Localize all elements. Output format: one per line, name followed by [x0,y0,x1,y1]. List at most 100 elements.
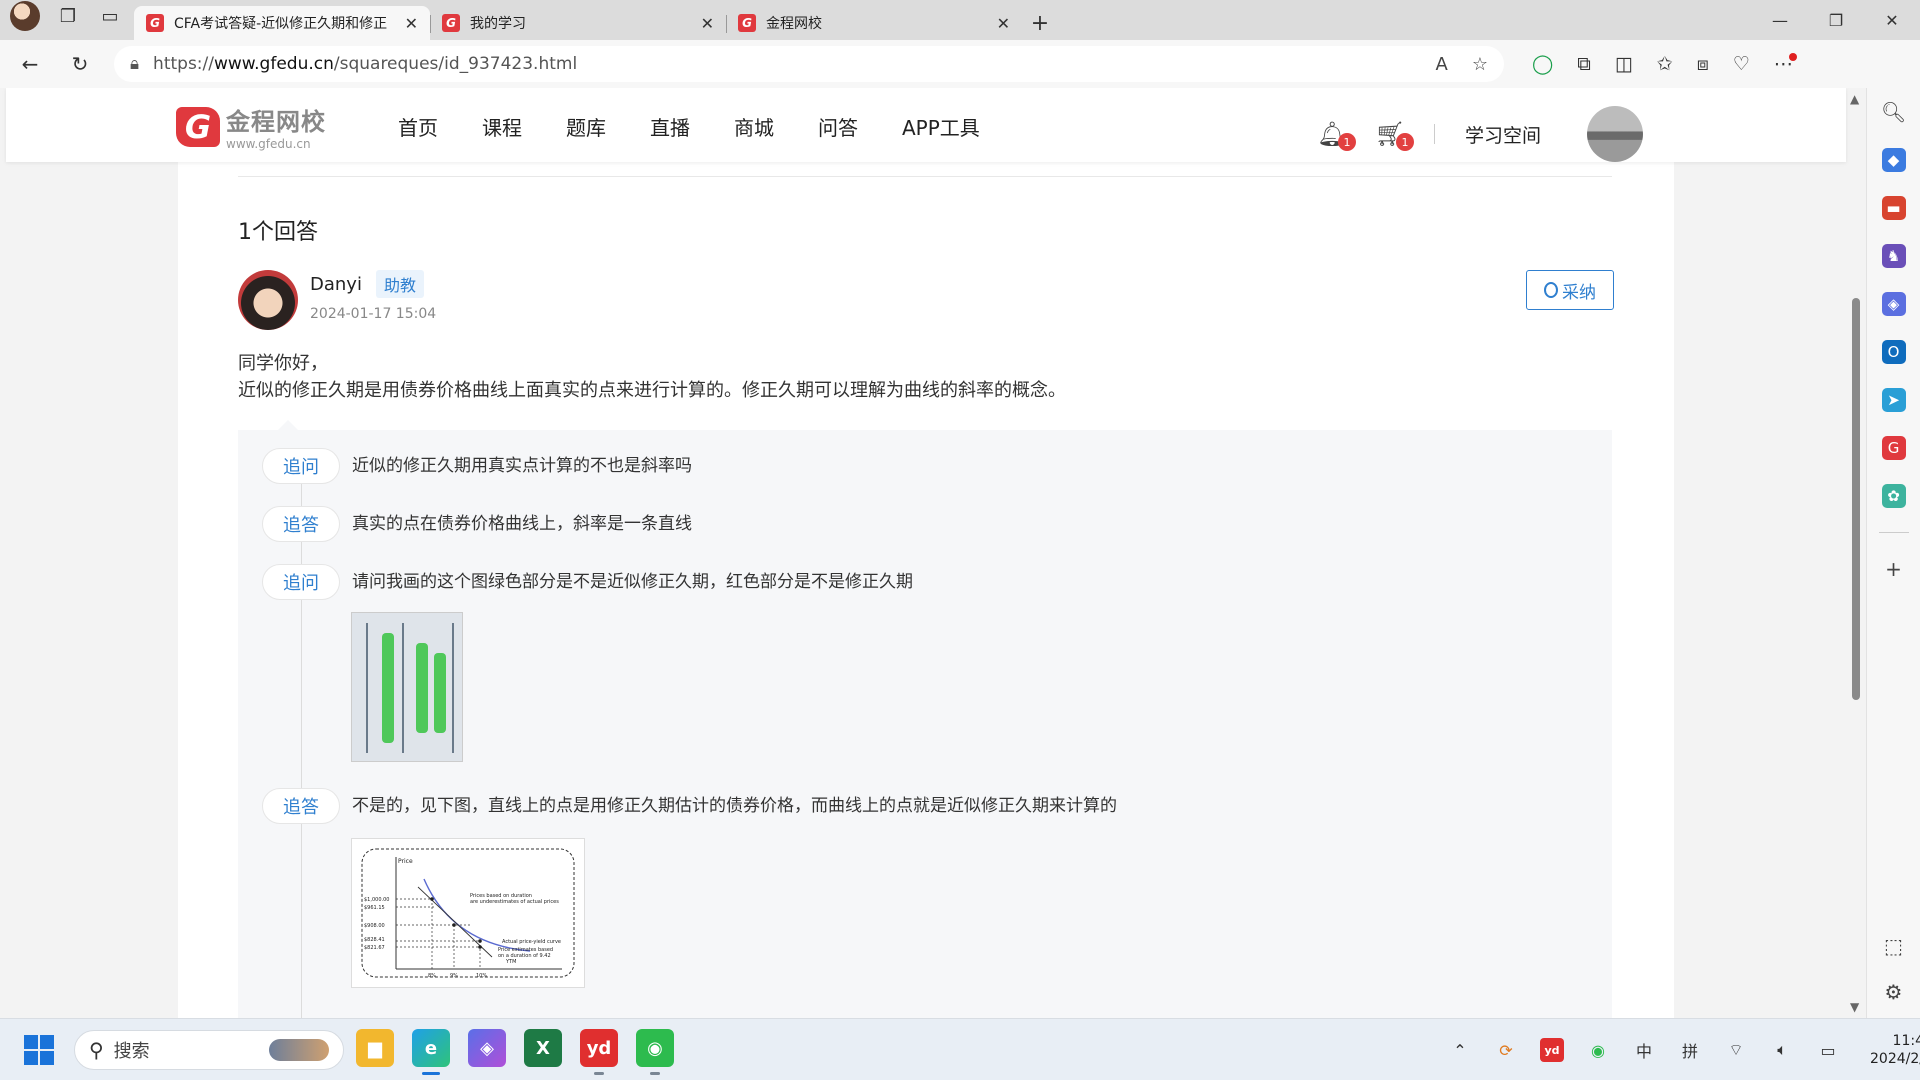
minimize-icon[interactable]: — [1752,0,1808,40]
lock-icon[interactable]: 🔒︎ [130,54,139,74]
chevron-up-icon[interactable]: ⌃ [1448,1038,1472,1062]
thread-line [301,480,302,1018]
split-screen-icon[interactable]: ◫ [1615,53,1633,75]
tag-icon[interactable]: ◆ [1881,148,1906,172]
nav-app-tools[interactable]: APP工具 [902,112,980,141]
svg-text:$828.41: $828.41 [364,937,385,943]
nav-question-bank[interactable]: 题库 [566,112,606,141]
bell-icon[interactable]: 🔔︎ 1 [1317,119,1356,151]
flower-app-icon[interactable]: ✿ [1881,484,1906,508]
wifi-icon[interactable]: ⌔ [1724,1038,1748,1062]
thread-item: 追答 真实的点在债券价格曲线上，斜率是一条直线 [262,506,692,542]
site-favicon-icon: G [146,14,164,32]
close-window-icon[interactable]: ✕ [1864,0,1920,40]
close-icon[interactable]: ✕ [701,14,714,33]
youdao-icon[interactable]: yd [580,1029,618,1075]
taskbar-clock[interactable]: 11:44 2024/2/9 [1870,1032,1920,1068]
follow-up-thread: 追问 近似的修正久期用真实点计算的不也是斜率吗 追答 真实的点在债券价格曲线上，… [238,420,1612,1018]
student-drawing-image[interactable] [351,612,463,762]
cart-icon[interactable]: 🛒︎ 1 [1375,119,1414,151]
page-scrollbar[interactable]: ▲ ▼ [1846,88,1866,1018]
duration-figure: Price $1,000.00 $961.15 $908.00 $828.41 … [361,848,575,979]
wechat-icon[interactable]: ◉ [636,1029,674,1075]
adopt-button[interactable]: 采纳 [1526,270,1614,310]
more-menu-icon[interactable]: ⋯ [1774,53,1797,75]
send-icon[interactable]: ➤ [1881,388,1906,412]
svg-text:$821.67: $821.67 [364,945,385,951]
tab-cfa[interactable]: G CFA考试答疑-近似修正久期和修正 ✕ [134,6,430,40]
ime-chinese[interactable]: 中 [1632,1038,1656,1062]
settings-gear-icon[interactable]: ⚙ [1882,980,1906,1004]
tab-gfedu[interactable]: G 金程网校 ✕ [726,6,1022,40]
file-explorer-icon[interactable]: ▆ [356,1029,394,1067]
nav-live[interactable]: 直播 [650,112,690,141]
cart-badge: 1 [1396,133,1414,151]
battery-icon[interactable]: ▭ [1816,1038,1840,1062]
nav-courses[interactable]: 课程 [482,112,522,141]
collections-icon[interactable]: ❐ [54,2,82,30]
taskbar-search[interactable]: ⚲ 搜索 [74,1030,344,1070]
profile-avatar[interactable] [10,1,40,31]
site-logo[interactable]: G 金程网校 www.gfedu.cn [176,102,326,151]
restore-icon[interactable]: ❐ [1808,0,1864,40]
scroll-down-icon[interactable]: ▼ [1850,1000,1859,1014]
screenshot-icon[interactable]: ⬚ [1882,934,1906,958]
answers-count-title: 1个回答 [238,220,318,245]
tab-title: 金程网校 [766,16,822,32]
scroll-thumb[interactable] [1852,298,1860,700]
extensions-icon[interactable]: ⧉ [1577,53,1591,75]
tab-my-study[interactable]: G 我的学习 ✕ [430,6,726,40]
answer-body: 同学你好， 近似的修正久期是用债券价格曲线上面真实的点来进行计算的。修正久期可以… [238,353,1066,401]
url-text[interactable]: https://www.gfedu.cn/squareques/id_93742… [153,54,1421,74]
study-space-link[interactable]: 学习空间 [1465,121,1541,148]
ime-pinyin[interactable]: 拼 [1678,1038,1702,1062]
windows-start-icon[interactable] [24,1035,54,1065]
page-viewport: G 金程网校 www.gfedu.cn 首页 课程 题库 直播 商城 问答 AP… [0,88,1866,1018]
thread-text: 不是的，见下图，直线上的点是用修正久期估计的债券价格，而曲线上的点就是近似修正久… [352,796,1117,816]
wechat-tray-icon[interactable]: ◉ [1586,1038,1610,1062]
address-bar[interactable]: 🔒︎ https://www.gfedu.cn/squareques/id_93… [114,46,1504,82]
svg-text:9%: 9% [450,973,458,979]
user-avatar[interactable] [1587,106,1644,162]
favorite-star-icon[interactable]: ☆ [1472,54,1488,75]
thread-item: 追问 近似的修正久期用真实点计算的不也是斜率吗 [262,448,692,484]
gfedu-app-icon[interactable]: G [1881,436,1906,460]
site-favicon-icon: G [738,14,756,32]
games-icon[interactable]: ♞ [1881,244,1906,268]
sync-icon[interactable]: ⟳ [1494,1038,1518,1062]
tabstrip-leading: ❐ ▭ [0,0,134,40]
edge-browser-icon[interactable]: e [412,1029,450,1075]
nav-qa[interactable]: 问答 [818,112,858,141]
reply-tag: 追答 [262,788,340,824]
svg-text:are underestimates of actual p: are underestimates of actual prices [470,899,559,905]
excel-icon[interactable]: X [524,1029,562,1067]
health-icon[interactable]: ♡ [1733,53,1750,75]
collections-icon[interactable]: ⧈ [1697,53,1709,75]
taskbar-apps: ▆ e ◈ X yd ◉ [356,1029,674,1075]
edge-sidebar: 🔍︎ ◆ ▬ ♞ ◈ O ➤ G ✿ + ⬚ ⚙ [1866,88,1920,1018]
refresh-icon[interactable]: ↻ [64,48,96,80]
search-icon: ⚲ [89,1038,104,1062]
youdao-tray-icon[interactable]: yd [1540,1038,1564,1062]
read-aloud-icon[interactable]: A [1436,54,1448,75]
duration-chart-image[interactable]: Price $1,000.00 $961.15 $908.00 $828.41 … [351,838,585,988]
copilot-icon[interactable]: ◈ [1881,292,1906,316]
volume-icon[interactable]: 🔈︎ [1770,1038,1794,1062]
close-icon[interactable]: ✕ [405,14,418,33]
scroll-up-icon[interactable]: ▲ [1850,92,1859,106]
add-icon[interactable]: + [1882,557,1906,581]
nav-mall[interactable]: 商城 [734,112,774,141]
nav-home[interactable]: 首页 [398,112,438,141]
search-icon[interactable]: 🔍︎ [1881,100,1906,124]
favorites-icon[interactable]: ✩ [1657,53,1673,75]
answerer-name-row: Danyi 助教 [310,270,424,298]
tab-actions-icon[interactable]: ▭ [96,2,124,30]
toolbox-icon[interactable]: ▬ [1881,196,1906,220]
new-tab-button[interactable]: + [1022,6,1058,40]
chat-icon[interactable]: ◯ [1532,53,1553,75]
outlook-icon[interactable]: O [1881,340,1906,364]
site-header: G 金程网校 www.gfedu.cn 首页 课程 题库 直播 商城 问答 AP… [6,88,1846,162]
copilot-icon[interactable]: ◈ [468,1029,506,1067]
close-icon[interactable]: ✕ [997,14,1010,33]
back-icon[interactable]: ← [14,48,46,80]
